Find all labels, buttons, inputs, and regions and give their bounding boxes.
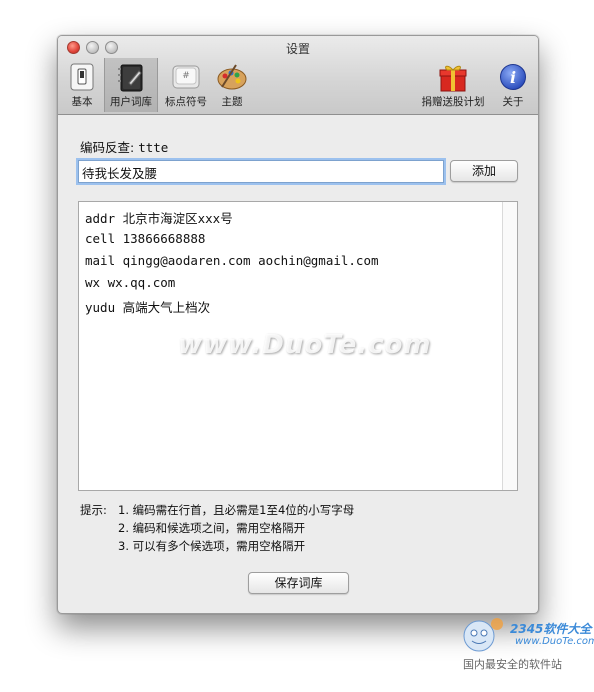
tab-basic[interactable]: 基本 [64, 58, 100, 112]
gift-icon [438, 63, 468, 96]
tip-item: 2. 编码和候选项之间，需用空格隔开 [118, 521, 306, 535]
phrase-input[interactable]: 待我长发及腰 [78, 160, 444, 183]
watermark: www.DuoTe.com [178, 330, 432, 360]
code-lookup-label: 编码反查: [80, 140, 135, 155]
tab-about[interactable]: i 关于 [496, 58, 530, 112]
keyboard-key-icon: # [171, 63, 201, 94]
dictionary-entry: wx wx.qq.com [85, 275, 176, 290]
window-title: 设置 [285, 42, 310, 56]
tab-punctuation[interactable]: # 标点符号 [160, 58, 212, 112]
site-logo-name: 2345软件大全 [510, 622, 592, 636]
switch-icon [69, 63, 95, 94]
save-dictionary-button[interactable]: 保存词库 [248, 572, 349, 594]
dictionary-entry: cell 13866668888 [85, 231, 206, 246]
code-lookup-value: ttte [138, 140, 169, 155]
settings-window: 设置 基本 用户词库 # 标点符号 主题 捐赠送股计划 i 关于 编码反查: t… [57, 35, 539, 614]
tab-donate-label: 捐赠送股计划 [421, 96, 485, 108]
tab-about-label: 关于 [502, 96, 524, 108]
tips-label: 提示: [80, 503, 107, 517]
tab-basic-label: 基本 [71, 96, 93, 108]
titlebar: 设置 基本 用户词库 # 标点符号 主题 捐赠送股计划 i 关于 [58, 36, 538, 115]
info-icon: i [499, 63, 527, 94]
site-logo: 2345软件大全 www.DuoTe.com 国内最安全的软件站 [455, 610, 594, 680]
mascot-icon [463, 618, 503, 652]
dictionary-entry: yudu 高端大气上档次 [85, 300, 211, 315]
dictionary-entry: mail qingg@aodaren.com aochin@gmail.com [85, 253, 379, 268]
tab-theme-label: 主题 [221, 96, 243, 108]
tab-donate[interactable]: 捐赠送股计划 [418, 58, 488, 112]
tab-punctuation-label: 标点符号 [165, 96, 207, 108]
svg-text:#: # [182, 71, 190, 81]
notebook-icon [117, 63, 145, 96]
tab-user-dictionary[interactable]: 用户词库 [104, 58, 158, 112]
palette-icon [216, 63, 248, 94]
svg-text:i: i [510, 68, 516, 87]
tab-user-dictionary-label: 用户词库 [110, 96, 152, 108]
tip-item: 1. 编码需在行首，且必需是1至4位的小写字母 [118, 503, 355, 517]
add-button[interactable]: 添加 [450, 160, 518, 182]
site-logo-url: www.DuoTe.com [515, 636, 594, 647]
code-lookup: 编码反查: ttte [80, 137, 168, 156]
tip-item: 3. 可以有多个候选项，需用空格隔开 [118, 539, 306, 553]
tab-theme[interactable]: 主题 [216, 58, 248, 112]
dictionary-entry: addr 北京市海淀区xxx号 [85, 211, 233, 226]
textarea-scrollbar[interactable] [502, 202, 517, 490]
site-logo-slogan: 国内最安全的软件站 [463, 658, 562, 671]
